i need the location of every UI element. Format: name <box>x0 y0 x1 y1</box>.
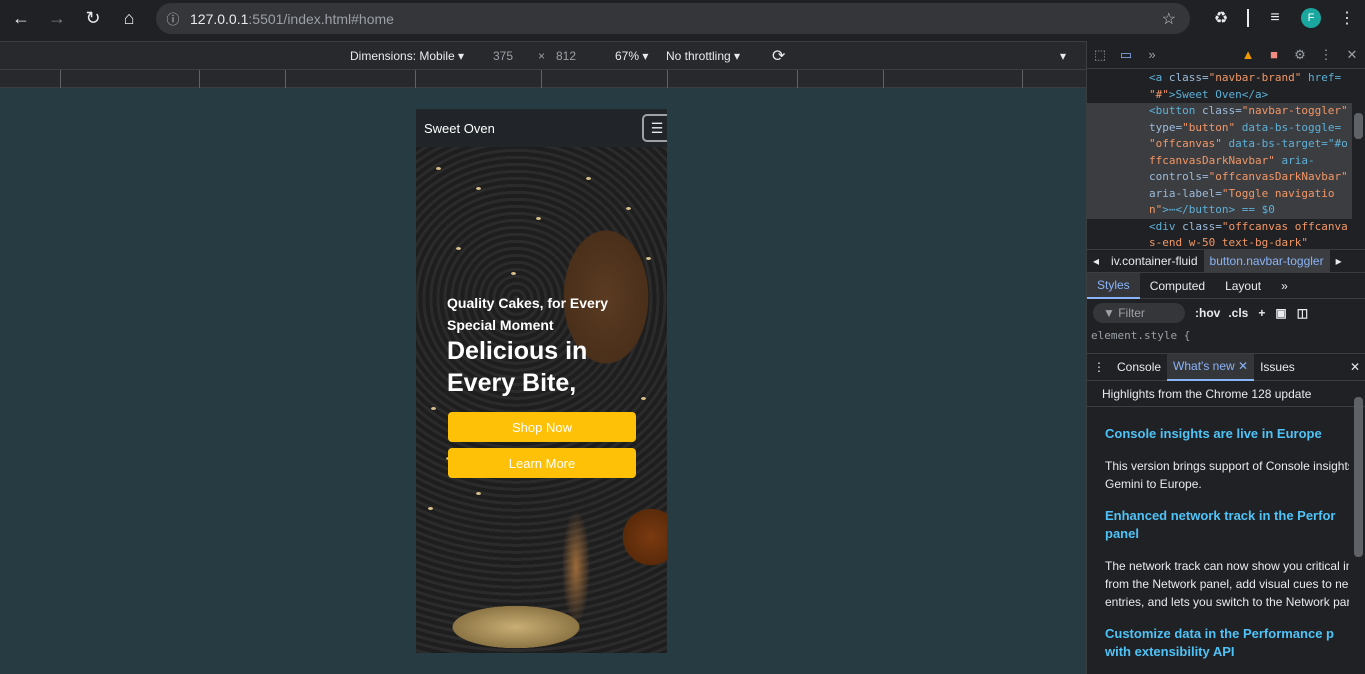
sidebar-toggle-icon[interactable]: ◫ <box>1297 306 1308 320</box>
throttling-dropdown[interactable]: No throttling ▾ <box>666 49 740 63</box>
elements-scrollbar[interactable] <box>1354 113 1363 139</box>
dom-node-line[interactable]: <button class="navbar-toggler" <box>1087 103 1352 120</box>
device-viewport: Sweet Oven ☰ Quality Cakes, for Every Sp… <box>0 88 1086 674</box>
news-text: entries, and lets you switch to the Netw… <box>1105 595 1349 609</box>
toolbar-divider <box>1247 9 1249 27</box>
tab-layout[interactable]: Layout <box>1215 273 1271 299</box>
paint-icon[interactable]: ▣ <box>1275 306 1286 320</box>
settings-gear-icon[interactable]: ⚙ <box>1287 41 1313 69</box>
tab-issues[interactable]: Issues <box>1254 354 1301 381</box>
whats-new-content: Console insights are live in Europe This … <box>1105 407 1349 674</box>
elements-tree[interactable]: <a class="navbar-brand" href= "#">Sweet O… <box>1087 69 1365 249</box>
navbar-brand[interactable]: Sweet Oven <box>424 121 495 136</box>
navbar: Sweet Oven ☰ <box>416 109 667 147</box>
profile-avatar[interactable]: F <box>1293 0 1329 36</box>
breadcrumb: ◂ iv.container-fluid button.navbar-toggl… <box>1087 249 1365 273</box>
width-input[interactable]: 375 <box>493 49 513 63</box>
dom-node-line[interactable]: aria-label="Toggle navigatio <box>1087 185 1352 202</box>
tab-console[interactable]: Console <box>1111 354 1167 381</box>
filter-input[interactable]: ▼ Filter <box>1093 303 1185 323</box>
address-bar[interactable]: ⓘ 127.0.0.1:5501/index.html#home ☆ <box>156 3 1190 34</box>
hov-toggle[interactable]: :hov <box>1195 306 1220 320</box>
dom-node-line[interactable]: controls="offcanvasDarkNavbar" <box>1087 169 1352 186</box>
url-text[interactable]: 127.0.0.1:5501/index.html#home <box>190 11 394 27</box>
breadcrumb-right-icon[interactable]: ▸ <box>1330 254 1348 268</box>
drawer-tabbar: ⋮ Console What's new ✕ Issues ✕ <box>1087 353 1365 381</box>
tab-computed[interactable]: Computed <box>1140 273 1215 299</box>
rotate-icon[interactable]: ⟳ <box>772 46 785 66</box>
element-style-rule[interactable]: element.style { <box>1091 329 1190 342</box>
site-info-icon[interactable]: ⓘ <box>156 9 190 28</box>
device-more-icon[interactable]: ▾ <box>1060 49 1066 63</box>
breadcrumb-toggler[interactable]: button.navbar-toggler <box>1203 250 1330 272</box>
extensions-icon[interactable]: ♻ <box>1203 0 1239 36</box>
dom-node-line[interactable]: "offcanvas" data-bs-target="#o <box>1087 136 1352 153</box>
devtools-panel: ⬚ ▭ » ▲ ■ ⚙ ⋮ ✕ <a class="navbar-brand" … <box>1086 41 1365 674</box>
home-icon[interactable]: ⌂ <box>111 0 147 36</box>
add-rule-icon[interactable]: + <box>1258 306 1265 320</box>
forward-arrow-icon[interactable]: → <box>39 0 75 36</box>
dimensions-dropdown[interactable]: Dimensions: Mobile ▾ <box>350 49 464 63</box>
dom-node-line[interactable]: <a class="navbar-brand" href= <box>1087 70 1352 87</box>
news-text: from the Network panel, add visual cues … <box>1105 577 1349 591</box>
more-panels-icon[interactable]: » <box>1139 41 1165 69</box>
reload-icon[interactable]: ↻ <box>75 0 111 36</box>
dom-node-line[interactable]: n">⋯</button> == $0 <box>1087 202 1352 219</box>
news-heading[interactable]: Enhanced network track in the Perfor <box>1105 507 1349 525</box>
reading-list-icon[interactable]: ≡ <box>1257 0 1293 36</box>
hero-section: Quality Cakes, for Every Special Moment … <box>416 147 667 653</box>
close-tab-icon[interactable]: ✕ <box>1238 359 1248 373</box>
styles-tabbar: Styles Computed Layout » <box>1087 272 1365 299</box>
close-devtools-icon[interactable]: ✕ <box>1339 41 1365 69</box>
drawer-menu-icon[interactable]: ⋮ <box>1087 354 1111 381</box>
whats-new-header: Highlights from the Chrome 128 update <box>1087 382 1365 407</box>
mobile-page: Sweet Oven ☰ Quality Cakes, for Every Sp… <box>416 109 667 653</box>
dom-node-line[interactable]: s-end w-50 text-bg-dark" <box>1087 235 1352 249</box>
hero-subtitle: Quality Cakes, for Every Special Moment <box>447 295 609 333</box>
close-drawer-icon[interactable]: ✕ <box>1344 354 1365 381</box>
news-text: The network track can now show you criti… <box>1105 559 1349 573</box>
tab-more[interactable]: » <box>1271 273 1298 299</box>
height-input[interactable]: 812 <box>556 49 576 63</box>
inspect-element-icon[interactable]: ⬚ <box>1087 41 1113 69</box>
dom-node-line[interactable]: <div class="offcanvas offcanva <box>1087 219 1352 236</box>
tab-whats-new[interactable]: What's new ✕ <box>1167 353 1255 381</box>
styles-filter-row: ▼ Filter :hov .cls + ▣ ◫ <box>1087 300 1365 326</box>
device-toolbar: Dimensions: Mobile ▾ 375 × 812 67% ▾ No … <box>0 41 1086 69</box>
devtools-menu-icon[interactable]: ⋮ <box>1313 41 1339 69</box>
breadcrumb-left-icon[interactable]: ◂ <box>1087 254 1105 268</box>
news-text: Gemini to Europe. <box>1105 477 1202 491</box>
breadcrumb-container[interactable]: iv.container-fluid <box>1105 254 1203 268</box>
dom-node-line[interactable]: "#">Sweet Oven</a> <box>1087 87 1352 104</box>
news-heading[interactable]: with extensibility API <box>1105 643 1349 661</box>
filter-icon: ▼ <box>1103 306 1119 320</box>
hero-headline: Delicious in Every Bite, <box>447 337 588 397</box>
shop-now-button[interactable]: Shop Now <box>448 412 636 442</box>
whats-new-scrollbar[interactable] <box>1354 397 1363 557</box>
browser-menu-icon[interactable]: ⋮ <box>1329 0 1365 36</box>
devtools-toolbar: ⬚ ▭ » ▲ ■ ⚙ ⋮ ✕ <box>1087 41 1365 69</box>
dom-node-line[interactable]: ffcanvasDarkNavbar" aria- <box>1087 152 1352 169</box>
tab-styles[interactable]: Styles <box>1087 272 1140 299</box>
bookmark-star-icon[interactable]: ☆ <box>1162 9 1176 29</box>
device-toggle-icon[interactable]: ▭ <box>1113 41 1139 69</box>
news-heading[interactable]: Console insights are live in Europe <box>1105 425 1349 443</box>
dom-node-line[interactable]: type="button" data-bs-toggle= <box>1087 119 1352 136</box>
news-heading[interactable]: panel <box>1105 525 1349 543</box>
back-arrow-icon[interactable]: ← <box>3 0 39 36</box>
cls-toggle[interactable]: .cls <box>1228 306 1248 320</box>
news-text: This version brings support of Console i… <box>1105 459 1349 473</box>
browser-toolbar: ← → ↻ ⌂ ⓘ 127.0.0.1:5501/index.html#home… <box>0 0 1365 40</box>
avatar: F <box>1301 8 1321 28</box>
navbar-toggler-icon[interactable]: ☰ <box>642 114 667 142</box>
issues-icon[interactable]: ■ <box>1261 41 1287 69</box>
zoom-dropdown[interactable]: 67% ▾ <box>615 49 648 63</box>
news-heading[interactable]: Customize data in the Performance p <box>1105 625 1349 643</box>
learn-more-button[interactable]: Learn More <box>448 448 636 478</box>
dimension-separator: × <box>538 49 546 63</box>
media-query-ruler <box>0 69 1086 88</box>
warning-icon[interactable]: ▲ <box>1235 41 1261 69</box>
